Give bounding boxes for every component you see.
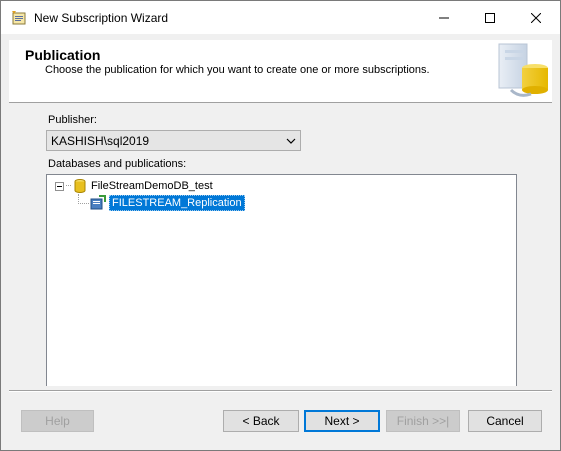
publisher-dropdown[interactable]: KASHISH\sql2019 bbox=[46, 130, 301, 151]
help-button[interactable]: Help bbox=[21, 410, 94, 432]
cancel-button[interactable]: Cancel bbox=[468, 410, 542, 432]
publication-icon bbox=[90, 195, 106, 210]
finish-button[interactable]: Finish >>| bbox=[386, 410, 460, 432]
publication-name: FILESTREAM_Replication bbox=[109, 195, 245, 211]
minimize-icon bbox=[439, 17, 449, 18]
databases-publications-label: Databases and publications: bbox=[48, 158, 187, 170]
publications-tree[interactable]: FileStreamDemoDB_test FILESTREAM_Replica… bbox=[46, 174, 517, 386]
page-title: Publication bbox=[25, 47, 101, 63]
close-button[interactable] bbox=[513, 1, 559, 34]
back-button[interactable]: < Back bbox=[223, 410, 299, 432]
chevron-down-icon bbox=[286, 138, 296, 144]
publisher-label: Publisher: bbox=[48, 114, 97, 126]
wizard-icon bbox=[12, 11, 26, 25]
title-bar[interactable]: New Subscription Wizard bbox=[1, 1, 560, 34]
maximize-icon bbox=[485, 12, 495, 23]
database-icon bbox=[74, 179, 86, 193]
database-name: FileStreamDemoDB_test bbox=[91, 180, 213, 192]
minimize-button[interactable] bbox=[421, 1, 467, 34]
collapse-icon[interactable] bbox=[55, 181, 64, 191]
page-subtitle: Choose the publication for which you wan… bbox=[45, 64, 430, 76]
publisher-value: KASHISH\sql2019 bbox=[51, 134, 150, 148]
tree-node-database[interactable]: FileStreamDemoDB_test bbox=[55, 178, 213, 194]
window-title: New Subscription Wizard bbox=[34, 11, 169, 25]
tree-connector bbox=[78, 203, 89, 205]
tree-connector bbox=[66, 185, 71, 187]
wizard-header: Publication Choose the publication for w… bbox=[9, 40, 552, 102]
close-icon bbox=[531, 12, 541, 23]
next-button[interactable]: Next > bbox=[304, 410, 380, 432]
header-divider bbox=[9, 102, 552, 103]
maximize-button[interactable] bbox=[467, 1, 513, 34]
footer-divider-highlight bbox=[9, 391, 552, 392]
database-graphic-icon bbox=[498, 43, 548, 97]
tree-node-publication[interactable]: FILESTREAM_Replication bbox=[90, 195, 245, 211]
wizard-window: New Subscription Wizard Publication Choo… bbox=[0, 0, 561, 451]
